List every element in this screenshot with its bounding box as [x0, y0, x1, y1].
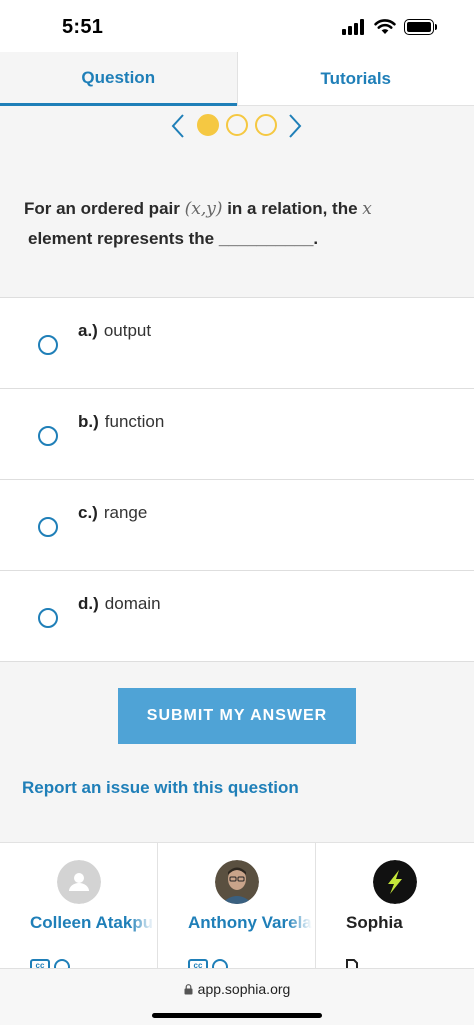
tutorial-cards: Colleen Atakpu cc Anthony Varela cc Soph…: [0, 842, 474, 969]
wifi-icon: [374, 19, 396, 34]
answer-option-d[interactable]: d.) domain: [0, 571, 474, 662]
submit-answer-button[interactable]: SUBMIT MY ANSWER: [118, 688, 356, 744]
report-issue-link[interactable]: Report an issue with this question: [22, 778, 299, 798]
status-bar: 5:51: [0, 0, 474, 52]
chevron-left-icon[interactable]: [170, 113, 186, 139]
question-pager: [170, 110, 305, 142]
tutorial-card-3[interactable]: Sophia: [316, 843, 474, 969]
placeholder-person-icon: [57, 860, 101, 904]
radio-button-d[interactable]: [38, 608, 58, 628]
url-display[interactable]: app.sophia.org: [0, 981, 474, 997]
question-middle: in a relation, the: [222, 199, 363, 218]
question-text: For an ordered pair (x,y) in a relation,…: [24, 194, 454, 254]
url-text: app.sophia.org: [197, 981, 291, 997]
lock-icon: [184, 984, 193, 995]
option-text-c: range: [103, 503, 148, 522]
pager-dot-3[interactable]: [255, 114, 277, 136]
tutorial-card-2[interactable]: Anthony Varela cc: [158, 843, 316, 969]
tutorial-author-name: Anthony Varela: [188, 913, 312, 932]
answer-option-c[interactable]: c.) range: [0, 480, 474, 571]
radio-button-a[interactable]: [38, 335, 58, 355]
answer-option-b[interactable]: b.) function: [0, 389, 474, 480]
tutorial-card-1[interactable]: Colleen Atakpu cc: [0, 843, 158, 969]
option-letter-d: d.): [78, 594, 99, 613]
option-label-d: d.) domain: [78, 594, 161, 614]
option-text-d: domain: [104, 594, 161, 613]
home-indicator: [152, 1013, 322, 1018]
sophia-logo-icon: [373, 860, 417, 904]
option-label-b: b.) function: [78, 412, 164, 432]
submit-panel: SUBMIT MY ANSWER Report an issue with th…: [0, 662, 474, 842]
pager-dot-1[interactable]: [197, 114, 219, 136]
tab-question[interactable]: Question: [0, 52, 237, 106]
question-prefix: For an ordered pair: [24, 199, 185, 218]
option-text-a: output: [103, 321, 152, 340]
battery-cap: [435, 24, 437, 30]
option-label-a: a.) output: [78, 321, 151, 341]
status-time: 5:51: [62, 16, 104, 38]
battery-icon: [404, 19, 434, 35]
chevron-right-icon[interactable]: [287, 113, 303, 139]
option-label-c: c.) range: [78, 503, 147, 523]
question-variable: x: [362, 199, 372, 219]
author-photo-avatar: [215, 860, 259, 904]
option-text-b: function: [104, 412, 165, 431]
option-letter-c: c.): [78, 503, 98, 522]
pager-dot-2[interactable]: [226, 114, 248, 136]
tutorial-author-name: Colleen Atakpu: [30, 913, 154, 932]
browser-url-bar[interactable]: app.sophia.org: [0, 968, 474, 1025]
question-panel: For an ordered pair (x,y) in a relation,…: [0, 106, 474, 298]
option-letter-b: b.): [78, 412, 99, 431]
radio-button-b[interactable]: [38, 426, 58, 446]
tab-bar: Question Tutorials: [0, 52, 474, 106]
tutorial-author-name: Sophia: [346, 913, 403, 932]
question-line2: element represents the __________.: [28, 229, 319, 248]
cellular-signal-icon: [342, 19, 368, 35]
tab-tutorials[interactable]: Tutorials: [236, 52, 474, 106]
question-pair: (x,y): [184, 199, 223, 219]
answer-option-a[interactable]: a.) output: [0, 298, 474, 389]
radio-button-c[interactable]: [38, 517, 58, 537]
option-letter-a: a.): [78, 321, 98, 340]
